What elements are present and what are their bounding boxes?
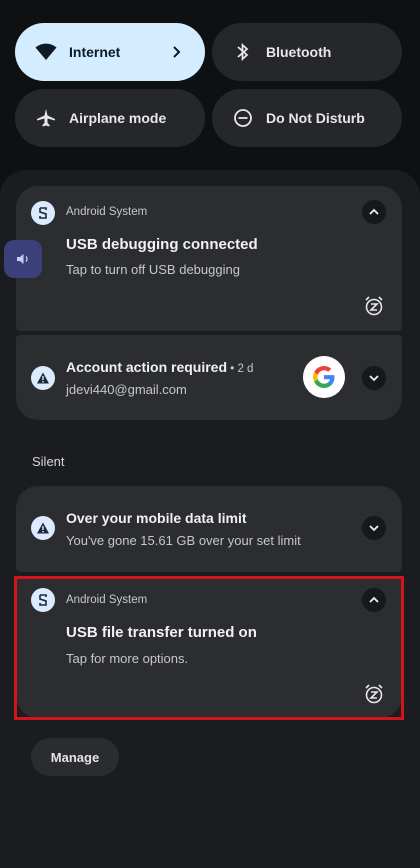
warning-icon [31,516,55,540]
notification-text: Tap to turn off USB debugging [66,262,240,277]
internet-label: Internet [69,44,121,60]
wifi-icon [35,41,57,63]
chevron-down-icon [369,375,379,382]
volume-button[interactable] [4,240,42,278]
bluetooth-icon [232,41,254,63]
android-system-icon [31,201,55,225]
notification-title: Over your mobile data limit [66,510,247,526]
chevron-up-icon [369,208,379,215]
bluetooth-label: Bluetooth [266,44,332,60]
collapse-button[interactable] [362,200,386,224]
app-name: Android System [66,206,148,218]
warning-icon [31,366,55,390]
google-logo-icon [303,356,345,398]
notification-usb-debugging[interactable]: Android System USB debugging connected T… [16,186,402,331]
notification-text: You've gone 15.61 GB over your set limit [66,533,301,548]
notification-title: Account action required • 2 d [66,359,253,375]
airplane-mode-tile[interactable]: Airplane mode [15,89,205,147]
expand-button[interactable] [362,366,386,390]
chevron-right-icon [167,42,187,62]
do-not-disturb-tile[interactable]: Do Not Disturb [212,89,402,147]
chevron-down-icon [369,525,379,532]
manage-button[interactable]: Manage [31,738,119,776]
notification-data-limit[interactable]: Over your mobile data limit You've gone … [16,486,402,572]
airplane-mode-label: Airplane mode [69,110,167,126]
volume-icon [17,254,28,264]
bluetooth-tile[interactable]: Bluetooth [212,23,402,81]
do-not-disturb-icon [232,107,254,129]
account-email: jdevi440@gmail.com [66,382,187,397]
expand-button[interactable] [362,516,386,540]
notification-title: USB debugging connected [66,236,258,253]
notification-time: • 2 d [227,363,254,375]
section-header-silent: Silent [32,454,65,469]
do-not-disturb-label: Do Not Disturb [266,110,365,126]
snooze-icon[interactable] [363,295,385,317]
account-title: Account action required [66,359,228,375]
airplane-icon [35,107,57,129]
highlight-box [14,576,404,720]
internet-tile[interactable]: Internet [15,23,205,81]
